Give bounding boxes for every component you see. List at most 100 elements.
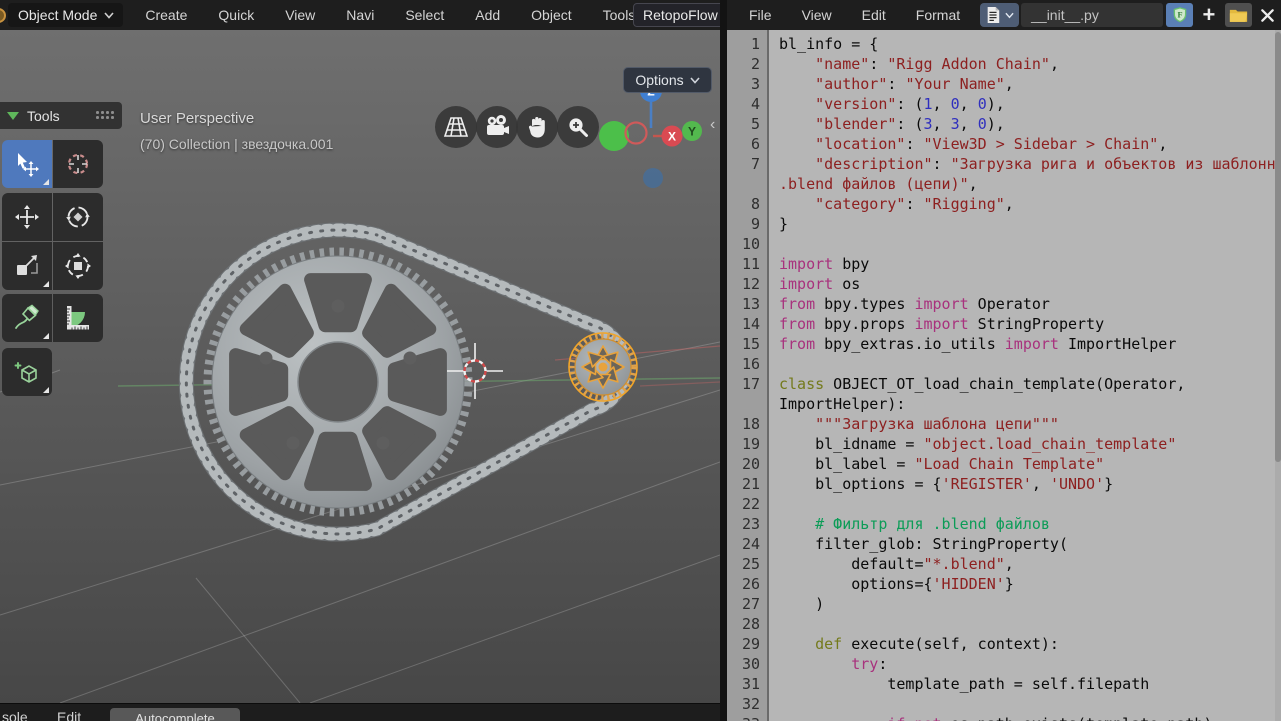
line-number: 12 bbox=[741, 275, 760, 293]
drag-handle-icon[interactable] bbox=[96, 111, 115, 120]
rotate-tool-button[interactable] bbox=[53, 193, 103, 241]
transform-tool-button[interactable] bbox=[53, 242, 103, 290]
options-label: Options bbox=[635, 72, 684, 88]
options-button[interactable]: Options bbox=[623, 67, 712, 93]
code-row: bl_options = {'REGISTER', 'UNDO'} bbox=[779, 475, 1114, 493]
viewport-header: Object Mode Create Quick View Navi Selec… bbox=[0, 0, 720, 30]
menu-select[interactable]: Select bbox=[403, 7, 446, 23]
shield-f-button[interactable]: F bbox=[1166, 3, 1193, 27]
axis-neg-z-ball[interactable] bbox=[643, 168, 663, 188]
menu-format[interactable]: Format bbox=[914, 7, 962, 23]
close-icon bbox=[1261, 8, 1275, 22]
line-number bbox=[727, 394, 767, 414]
close-editor-button[interactable] bbox=[1255, 3, 1281, 27]
code-row: .blend файлов (цепи)", bbox=[779, 175, 978, 193]
line-number: 26 bbox=[741, 575, 760, 593]
menu-view[interactable]: View bbox=[283, 7, 317, 23]
measure-tool-button[interactable] bbox=[53, 294, 103, 342]
navigation-gizmo[interactable]: X Y Z bbox=[599, 80, 702, 188]
line-number: 25 bbox=[741, 555, 760, 573]
line-number: 4 bbox=[750, 95, 760, 113]
line-number: 18 bbox=[741, 415, 760, 433]
code-rows[interactable]: bl_info = { "name": "Rigg Addon Chain", … bbox=[771, 30, 1275, 721]
code-row: ImportHelper): bbox=[779, 395, 906, 413]
axis-y-ball[interactable] bbox=[599, 121, 629, 151]
big-sprocket-mesh[interactable] bbox=[203, 247, 473, 517]
text-file-icon bbox=[987, 7, 1000, 23]
region-divider[interactable] bbox=[720, 0, 727, 721]
menu-edit[interactable]: Edit bbox=[860, 7, 888, 23]
subtool-corner-icon bbox=[43, 281, 49, 287]
line-number: 30 bbox=[741, 655, 760, 673]
console-menu-partial[interactable]: sole bbox=[2, 709, 28, 721]
grid-icon bbox=[443, 117, 469, 137]
editor-scrollbar[interactable] bbox=[1275, 30, 1281, 721]
text-editor[interactable]: 1 2 3 4 5 6 7 8 9 10 11 12 13 14 15 16 17 18 19 20 21 22 23 24 2… bbox=[727, 30, 1281, 721]
measure-ruler-icon bbox=[67, 306, 89, 330]
line-number: 27 bbox=[741, 595, 760, 613]
text-datablock-dropdown[interactable] bbox=[980, 3, 1020, 27]
open-text-button[interactable] bbox=[1225, 3, 1252, 27]
small-sprocket-selected[interactable] bbox=[568, 332, 638, 402]
cursor-tool-button[interactable] bbox=[53, 140, 103, 188]
code-row: "author": "Your Name", bbox=[815, 75, 1014, 93]
line-number: 31 bbox=[741, 675, 760, 693]
code-row: from bpy.props import StringProperty bbox=[779, 315, 1105, 333]
object-mode-dropdown[interactable]: Object Mode bbox=[8, 3, 124, 27]
subtool-corner-icon bbox=[43, 387, 49, 393]
zoom-view-button[interactable] bbox=[557, 106, 599, 148]
code-row: } bbox=[779, 215, 789, 233]
3d-viewport[interactable]: X Y Z User Perspective (70) Collection |… bbox=[0, 30, 720, 703]
open-folder-icon bbox=[1229, 9, 1248, 22]
menu-add[interactable]: Add bbox=[473, 7, 502, 23]
console-edit-menu[interactable]: Edit bbox=[57, 709, 81, 721]
camera-view-button[interactable] bbox=[476, 106, 518, 148]
code-row: try: bbox=[851, 655, 888, 673]
menu-file[interactable]: File bbox=[747, 7, 774, 23]
filename-field[interactable]: __init__.py bbox=[1021, 3, 1164, 27]
shield-f-icon: F bbox=[1173, 7, 1186, 23]
scrollbar-thumb[interactable] bbox=[1275, 32, 1281, 462]
code-row: def execute(self, context): bbox=[815, 635, 1059, 653]
annotate-tool-button[interactable] bbox=[2, 294, 52, 342]
line-number: 33 bbox=[727, 714, 767, 721]
menu-tools[interactable]: Tools bbox=[601, 7, 638, 23]
tools-panel-header[interactable]: Tools bbox=[0, 102, 122, 129]
retopoflow-button[interactable]: RetopoFlow 3 bbox=[633, 3, 720, 27]
collapse-triangle-icon[interactable] bbox=[7, 111, 19, 120]
code-row: ) bbox=[779, 595, 825, 613]
sidebar-collapse-chevron[interactable]: ‹ bbox=[710, 116, 715, 134]
menu-view-2[interactable]: View bbox=[800, 7, 834, 23]
line-number: 1 bbox=[750, 35, 760, 53]
blender-window: Object Mode Create Quick View Navi Selec… bbox=[0, 0, 1281, 721]
code-row: import bpy bbox=[779, 255, 870, 273]
code-row: # Фильтр для .blend файлов bbox=[815, 515, 1050, 533]
pan-view-button[interactable] bbox=[516, 106, 558, 148]
new-text-button[interactable]: + bbox=[1196, 3, 1222, 27]
line-number: 6 bbox=[750, 135, 760, 153]
scale-tool-button[interactable] bbox=[2, 242, 52, 290]
menu-quick[interactable]: Quick bbox=[216, 7, 256, 23]
perspective-toggle-button[interactable] bbox=[435, 106, 477, 148]
add-cube-tool-button[interactable] bbox=[2, 348, 52, 396]
line-number: 15 bbox=[741, 335, 760, 353]
code-row bbox=[779, 354, 1275, 374]
select-tweak-tool-button[interactable] bbox=[2, 140, 52, 188]
code-row: template_path = self.filepath bbox=[779, 675, 1150, 693]
line-number: 5 bbox=[750, 115, 760, 133]
line-number: 16 bbox=[741, 355, 760, 373]
autocomplete-button[interactable]: Autocomplete bbox=[110, 708, 240, 721]
move-tool-button[interactable] bbox=[2, 193, 52, 241]
chevron-down-icon bbox=[690, 76, 700, 84]
line-number: 8 bbox=[750, 195, 760, 213]
chevron-down-icon bbox=[104, 11, 114, 19]
text-editor-header: File View Edit Format __init__.py F + bbox=[727, 0, 1281, 30]
line-number: 10 bbox=[741, 235, 760, 253]
code-row: bl_idname = "object.load_chain_template" bbox=[779, 435, 1177, 453]
menu-create[interactable]: Create bbox=[143, 7, 189, 23]
menu-object[interactable]: Object bbox=[529, 7, 573, 23]
code-row: filter_glob: StringProperty( bbox=[779, 535, 1068, 553]
menu-navi[interactable]: Navi bbox=[344, 7, 376, 23]
editor-type-icon[interactable] bbox=[0, 8, 6, 23]
line-number: 2 bbox=[750, 55, 760, 73]
